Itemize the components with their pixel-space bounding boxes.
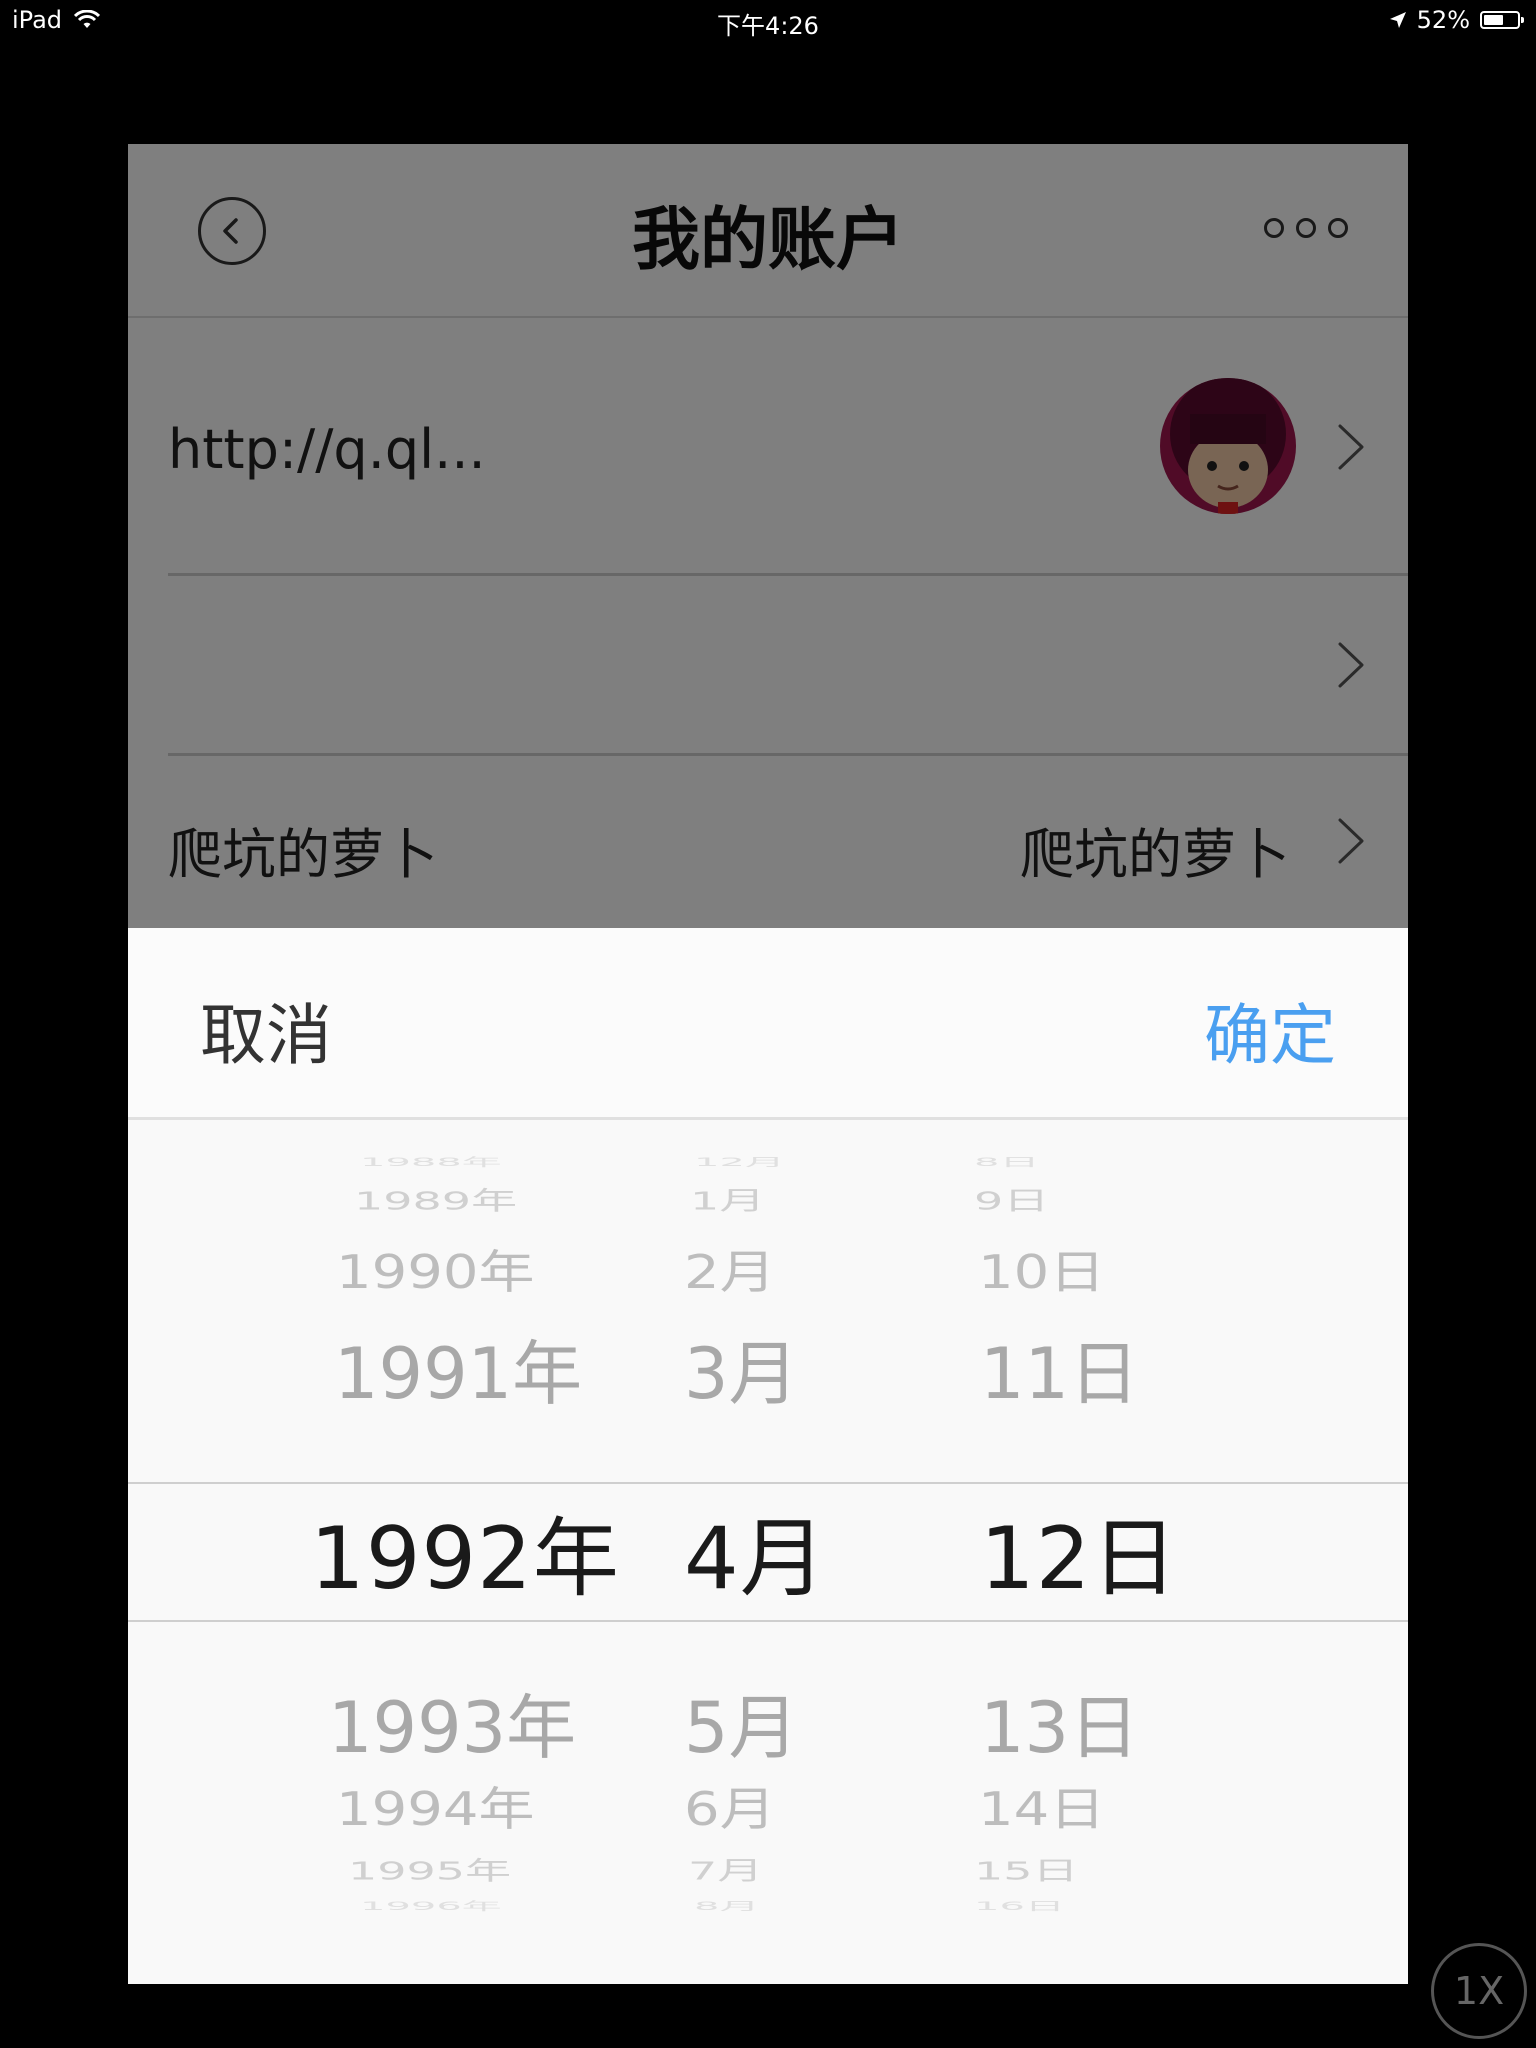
year-option[interactable]: 1990年 [336,1235,535,1301]
day-option[interactable]: 10日 [978,1235,1105,1301]
day-option-selected[interactable]: 12日 [980,1488,1178,1613]
cancel-button[interactable]: 取消 [200,982,332,1078]
location-arrow-icon [1389,12,1406,28]
selection-line-top [128,1482,1408,1484]
year-option[interactable]: 1994年 [336,1772,535,1838]
year-option[interactable]: 1993年 [328,1672,576,1773]
month-option[interactable]: 12月 [694,1153,785,1169]
day-option[interactable]: 16日 [974,1897,1065,1913]
status-bar: iPad 下午4:26 52% [0,0,1536,42]
day-option[interactable]: 15日 [974,1851,1079,1887]
month-option[interactable]: 7月 [688,1851,763,1887]
month-option[interactable]: 6月 [684,1772,776,1838]
day-option[interactable]: 11日 [980,1318,1139,1419]
month-option[interactable]: 3月 [684,1318,799,1419]
zoom-badge[interactable]: 1X [1431,1943,1527,2039]
date-picker[interactable]: 1988年 1989年 1990年 1991年 1992年 1993年 1994… [128,1120,1408,1984]
month-option[interactable]: 2月 [684,1235,776,1301]
month-option-selected[interactable]: 4月 [684,1488,827,1613]
selection-line-bottom [128,1620,1408,1622]
day-option[interactable]: 13日 [980,1672,1139,1773]
date-picker-sheet: 取消 确定 1988年 1989年 1990年 1991年 1992年 1993… [128,928,1408,1984]
confirm-button[interactable]: 确定 [1204,982,1336,1078]
year-option[interactable]: 1995年 [348,1851,511,1887]
day-option[interactable]: 14日 [978,1772,1105,1838]
year-option[interactable]: 1996年 [360,1897,502,1913]
year-option[interactable]: 1991年 [334,1318,582,1419]
app-window: 我的账户 http://q.ql... [128,144,1408,1984]
day-option[interactable]: 9日 [974,1181,1049,1217]
year-option[interactable]: 1988年 [360,1153,502,1169]
year-option-selected[interactable]: 1992年 [310,1488,620,1613]
status-time: 下午4:26 [717,12,819,40]
day-option[interactable]: 8日 [974,1153,1039,1169]
picker-toolbar: 取消 确定 [128,928,1408,1120]
battery-icon [1480,11,1524,29]
year-option[interactable]: 1989年 [354,1181,517,1217]
modal-dim-overlay[interactable] [128,144,1408,928]
month-option[interactable]: 8月 [694,1897,759,1913]
month-option[interactable]: 5月 [684,1672,799,1773]
month-option[interactable]: 1月 [690,1181,765,1217]
battery-percent: 52% [1416,6,1470,34]
